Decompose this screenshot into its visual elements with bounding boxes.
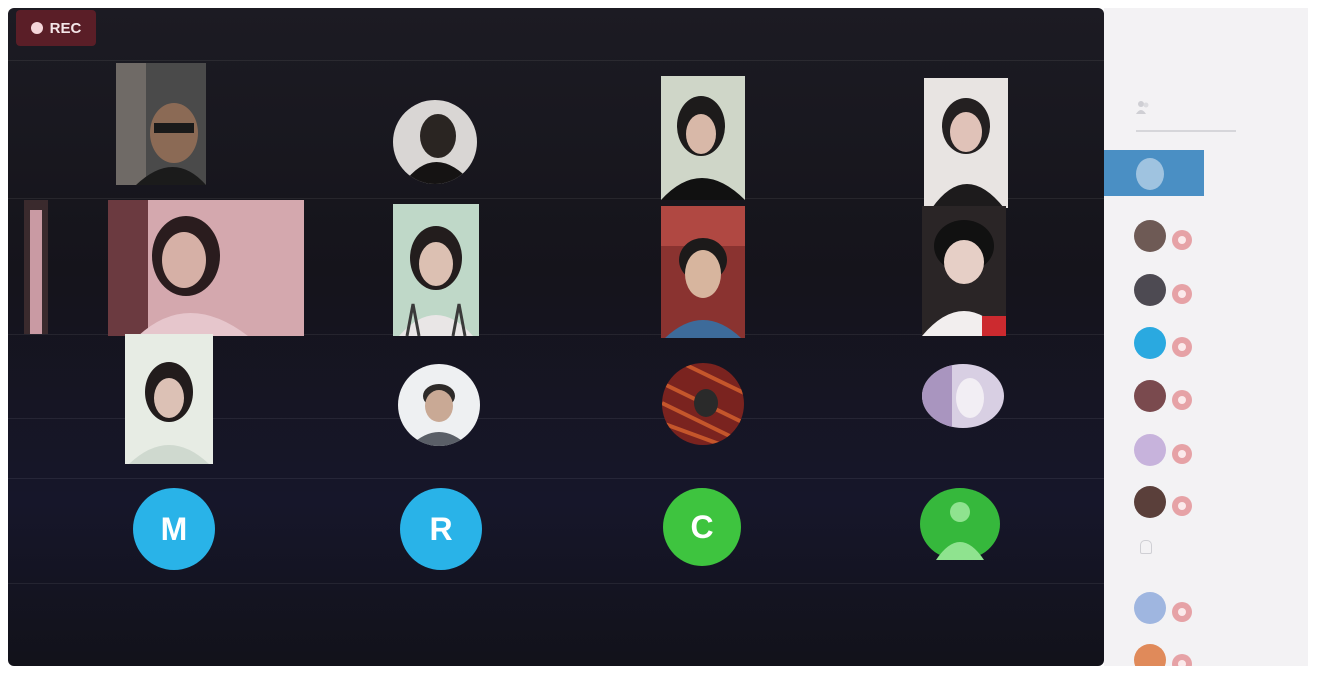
participant-video-tile[interactable] [661,76,745,200]
scanline [8,583,1104,584]
participant-row[interactable] [1104,640,1308,666]
status-badge-icon [1172,284,1192,304]
people-icon [1136,101,1149,114]
participant-video-tile[interactable] [393,204,479,336]
participant-video-tile[interactable] [116,63,206,185]
participant-video-feed [24,200,48,334]
participant-avatar [1134,327,1166,359]
participant-avatar [1134,644,1166,666]
participant-row[interactable] [1104,482,1308,522]
participant-video-tile[interactable] [922,364,1004,428]
participant-row[interactable] [1104,216,1308,256]
participant-row[interactable] [1104,270,1308,310]
participant-avatar-letter[interactable]: M [133,488,215,570]
status-badge-icon [1172,654,1192,666]
status-badge-icon [1172,444,1192,464]
participant-video-feed [924,78,1008,208]
participant-video-feed [398,364,480,446]
participant-video-tile[interactable] [393,100,477,184]
avatar-letter: R [429,510,453,547]
participant-video-tile[interactable] [661,206,745,338]
participant-video-feed [125,334,213,464]
meeting-video-grid: REC M R C [8,8,1104,666]
participant-avatar-letter[interactable]: C [663,488,741,566]
participant-video-feed [393,204,479,336]
avatar-letter: M [160,510,188,547]
status-badge-icon [1172,390,1192,410]
recording-indicator[interactable]: REC [16,10,96,46]
participant-avatar-letter[interactable]: R [400,488,482,570]
participant-video-tile[interactable] [108,200,304,336]
participant-video-feed [1104,150,1204,196]
participant-video-feed [393,100,477,184]
participant-avatar [1134,486,1166,518]
participant-video-feed [922,364,1004,428]
participant-avatar [1134,274,1166,306]
participant-avatar [1134,220,1166,252]
participant-video-tile[interactable] [924,78,1008,208]
recording-label: REC [49,19,82,37]
participant-avatar[interactable] [920,488,1000,560]
status-badge-icon [1172,337,1192,357]
participant-row[interactable] [1104,588,1308,628]
participant-avatar [1134,592,1166,624]
participant-video-tile[interactable] [125,334,213,464]
tab-participants[interactable] [1136,100,1236,132]
participant-row[interactable] [1104,430,1308,470]
avatar-letter: C [690,508,714,545]
bell-icon [1140,540,1152,554]
status-badge-icon [1172,496,1192,516]
participant-video-feed [922,206,1006,336]
participant-video-tile[interactable] [398,364,480,446]
tab-underline [1136,130,1236,132]
user-silhouette-icon [936,502,984,560]
participant-video-tile-partial[interactable] [24,200,48,334]
participant-video-feed [116,63,206,185]
participant-avatar [1134,380,1166,412]
participant-row[interactable] [1104,323,1308,363]
participant-video-feed [662,363,744,445]
participant-video-feed [108,200,304,336]
status-badge-icon [1172,602,1192,622]
record-dot-icon [30,22,43,34]
status-badge-icon [1172,230,1192,250]
participant-video-tile[interactable] [922,206,1006,336]
participant-video-feed [661,206,745,338]
participant-video-feed [661,76,745,200]
participant-row-selected[interactable] [1104,150,1308,196]
participants-panel [1104,8,1308,666]
participant-avatar [1134,434,1166,466]
participant-row[interactable] [1104,376,1308,416]
scanline [8,60,1104,61]
participant-thumbnail [1104,150,1204,196]
participant-video-tile[interactable] [662,363,744,445]
scanline [8,478,1104,479]
